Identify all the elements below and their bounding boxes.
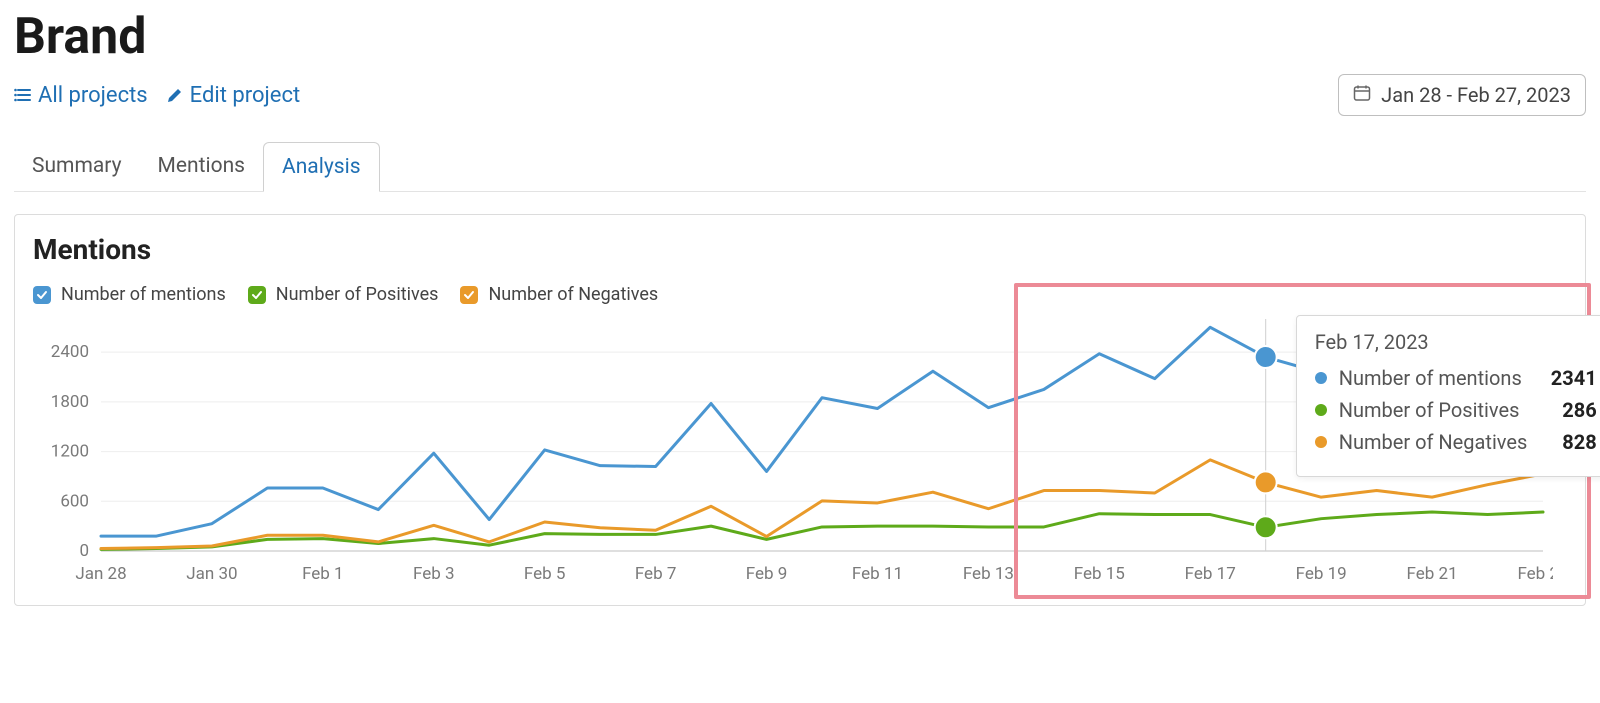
svg-text:1200: 1200 — [51, 442, 89, 462]
tab-analysis[interactable]: Analysis — [263, 142, 380, 192]
svg-text:1800: 1800 — [51, 392, 89, 412]
tooltip-row: Number of Positives 286 — [1315, 398, 1597, 422]
list-icon — [14, 86, 32, 104]
calendar-icon — [1353, 83, 1371, 107]
dot-icon — [1315, 436, 1327, 448]
svg-text:2400: 2400 — [51, 342, 89, 362]
svg-text:Feb 3: Feb 3 — [413, 564, 455, 584]
action-row: All projects Edit project — [14, 74, 1586, 116]
tooltip-row: Number of Negatives 828 — [1315, 430, 1597, 454]
tooltip-value: 2341 — [1551, 366, 1597, 390]
svg-text:Feb 17: Feb 17 — [1185, 564, 1236, 584]
svg-text:Feb 7: Feb 7 — [635, 564, 677, 584]
page-links: All projects Edit project — [14, 83, 300, 108]
tooltip-value: 286 — [1562, 398, 1596, 422]
all-projects-label: All projects — [38, 83, 148, 108]
svg-text:600: 600 — [60, 491, 89, 511]
tooltip-value: 828 — [1562, 430, 1596, 454]
tabs: SummaryMentionsAnalysis — [14, 142, 1586, 192]
chart-tooltip: Feb 17, 2023 Number of mentions2341Numbe… — [1296, 315, 1600, 477]
tooltip-label: Number of Negatives — [1339, 430, 1551, 454]
mentions-card: Mentions Number of mentions Number of Pos… — [14, 214, 1586, 606]
date-range-label: Jan 28 - Feb 27, 2023 — [1381, 83, 1571, 107]
legend-label: Number of mentions — [61, 284, 226, 305]
legend-label: Number of Positives — [276, 284, 439, 305]
all-projects-link[interactable]: All projects — [14, 83, 148, 108]
checkbox-icon — [248, 286, 266, 304]
checkbox-icon — [33, 286, 51, 304]
tooltip-label: Number of Positives — [1339, 398, 1551, 422]
card-title: Mentions — [33, 233, 1567, 266]
legend-item[interactable]: Number of Positives — [248, 284, 439, 305]
legend-label: Number of Negatives — [488, 284, 658, 305]
tab-mentions[interactable]: Mentions — [140, 142, 263, 191]
svg-text:0: 0 — [79, 541, 89, 561]
svg-text:Jan 30: Jan 30 — [186, 564, 237, 584]
chart-wrap: 0 600 1200 1800 2400 Jan 28 Jan 30 Feb 1 Feb 3 Fe… — [33, 311, 1567, 595]
edit-project-link[interactable]: Edit project — [166, 83, 301, 108]
svg-text:Feb 13: Feb 13 — [963, 564, 1014, 584]
page-title: Brand — [14, 8, 1586, 66]
tab-summary[interactable]: Summary — [14, 142, 140, 191]
pencil-icon — [166, 86, 184, 104]
tooltip-row: Number of mentions 2341 — [1315, 366, 1597, 390]
legend-item[interactable]: Number of mentions — [33, 284, 226, 305]
date-range-picker[interactable]: Jan 28 - Feb 27, 2023 — [1338, 74, 1586, 116]
svg-text:Feb 15: Feb 15 — [1074, 564, 1125, 584]
dot-icon — [1315, 404, 1327, 416]
tooltip-date: Feb 17, 2023 — [1315, 330, 1597, 354]
legend-item[interactable]: Number of Negatives — [460, 284, 658, 305]
svg-text:Feb 19: Feb 19 — [1296, 564, 1347, 584]
edit-project-label: Edit project — [190, 83, 301, 108]
svg-text:Feb 21: Feb 21 — [1407, 564, 1458, 584]
svg-text:Feb 11: Feb 11 — [852, 564, 903, 584]
svg-text:Jan 28: Jan 28 — [75, 564, 126, 584]
svg-text:Feb 23: Feb 23 — [1517, 564, 1553, 584]
checkbox-icon — [460, 286, 478, 304]
svg-text:Feb 9: Feb 9 — [746, 564, 788, 584]
svg-text:Feb 5: Feb 5 — [524, 564, 566, 584]
svg-text:Feb 1: Feb 1 — [302, 564, 344, 584]
tooltip-label: Number of mentions — [1339, 366, 1539, 390]
dot-icon — [1315, 372, 1327, 384]
chart-legend: Number of mentions Number of Positives Num… — [33, 284, 1567, 305]
